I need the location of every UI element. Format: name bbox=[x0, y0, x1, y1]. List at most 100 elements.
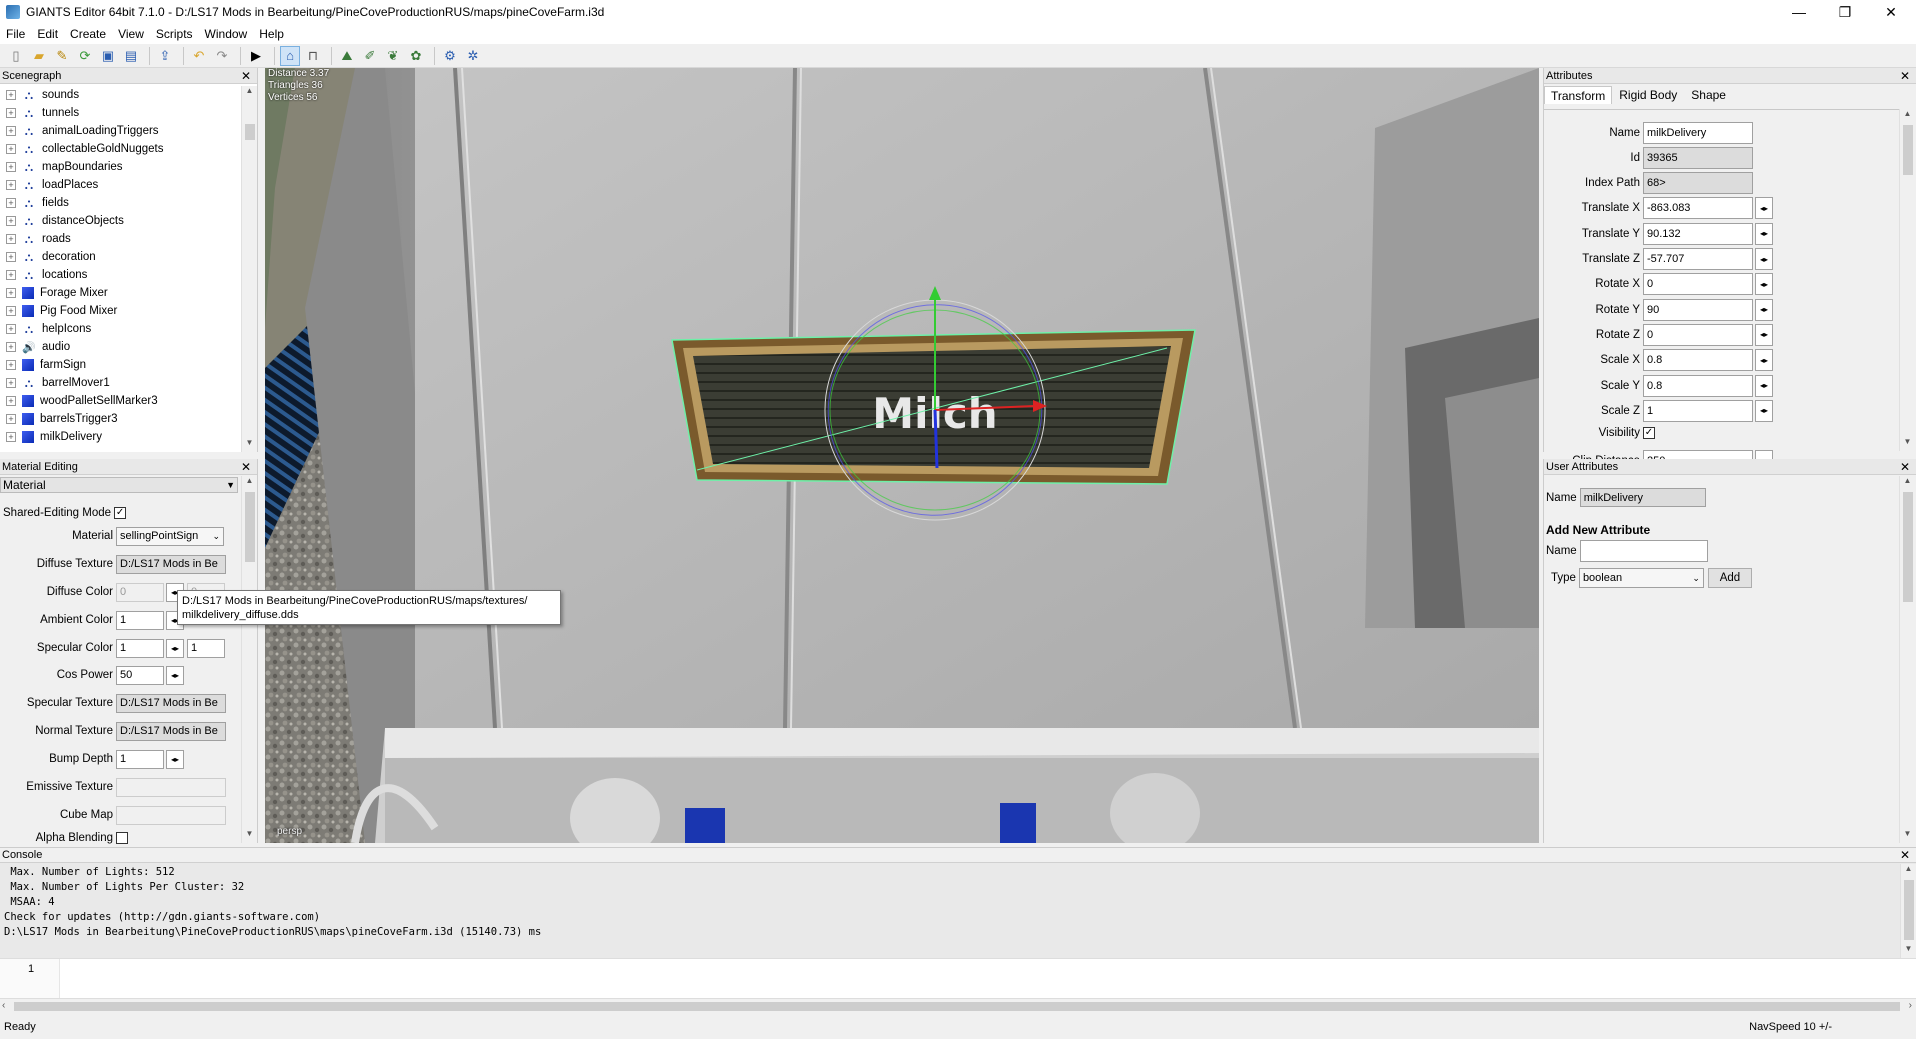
menu-create[interactable]: Create bbox=[64, 27, 112, 41]
expand-icon[interactable]: + bbox=[6, 378, 16, 388]
value-spin-icon[interactable]: ◂▸ bbox=[1755, 399, 1773, 422]
expand-icon[interactable]: + bbox=[6, 360, 16, 370]
close-icon[interactable]: ✕ bbox=[241, 69, 257, 83]
tree-item-sounds[interactable]: + ⛬ sounds bbox=[0, 86, 242, 104]
close-icon[interactable]: ✕ bbox=[1900, 848, 1916, 862]
normal-texture-field[interactable]: D:/LS17 Mods in Be bbox=[116, 721, 226, 741]
scroll-thumb[interactable] bbox=[14, 1002, 1900, 1011]
tree-item-forage-mixer[interactable]: + Forage Mixer bbox=[0, 284, 242, 302]
tree-item-woodpalletsellmarker3[interactable]: + woodPalletSellMarker3 bbox=[0, 392, 242, 410]
close-icon[interactable]: ✕ bbox=[1900, 460, 1916, 474]
tree-item-decoration[interactable]: + ⛬ decoration bbox=[0, 248, 242, 266]
diffuse-color-field[interactable]: 0 bbox=[116, 582, 164, 602]
terrain-sculpt-icon[interactable]: ⛰ bbox=[337, 46, 357, 66]
tree-item-pig-food-mixer[interactable]: + Pig Food Mixer bbox=[0, 302, 242, 320]
tree-item-fields[interactable]: + ⛬ fields bbox=[0, 194, 242, 212]
menu-edit[interactable]: Edit bbox=[31, 27, 64, 41]
specular-texture-field[interactable]: D:/LS17 Mods in Be bbox=[116, 693, 226, 713]
expand-icon[interactable]: + bbox=[6, 162, 16, 172]
redo-icon[interactable]: ↷ bbox=[212, 46, 232, 66]
expand-icon[interactable]: + bbox=[6, 234, 16, 244]
expand-icon[interactable]: + bbox=[6, 180, 16, 190]
attr-value-field[interactable]: 0 bbox=[1643, 273, 1753, 296]
attr-value-field[interactable]: 1 bbox=[1643, 399, 1753, 422]
scroll-thumb[interactable] bbox=[245, 492, 255, 562]
ambient-color-field[interactable]: 1 bbox=[116, 610, 164, 630]
value-spin-icon[interactable]: ◂▸ bbox=[1755, 374, 1773, 397]
tree-item-barrelstrigger3[interactable]: + barrelsTrigger3 bbox=[0, 410, 242, 428]
attr-value-field[interactable]: 0.8 bbox=[1643, 374, 1753, 397]
material-select[interactable]: sellingPointSign ⌄ bbox=[116, 526, 224, 546]
terrain-mode-icon[interactable]: ⊓ bbox=[303, 46, 323, 66]
scroll-down-icon[interactable]: ▼ bbox=[242, 829, 257, 843]
close-button[interactable]: ✕ bbox=[1868, 0, 1914, 24]
cos-power-spin-icon[interactable]: ◂▸ bbox=[166, 665, 184, 685]
ua-name-field[interactable]: milkDelivery bbox=[1579, 488, 1706, 507]
tree-item-barrelmover1[interactable]: + ⛬ barrelMover1 bbox=[0, 374, 242, 392]
new-file-icon[interactable]: ▯ bbox=[6, 46, 26, 66]
tab-shape[interactable]: Shape bbox=[1684, 86, 1733, 104]
select-mode-icon[interactable]: ⌂ bbox=[280, 45, 300, 66]
attr-value-field[interactable]: 90.132 bbox=[1643, 222, 1753, 245]
tree-item-distanceobjects[interactable]: + ⛬ distanceObjects bbox=[0, 212, 242, 230]
minimize-button[interactable]: — bbox=[1776, 0, 1822, 24]
menu-help[interactable]: Help bbox=[253, 27, 290, 41]
tree-item-animalloadingtriggers[interactable]: + ⛬ animalLoadingTriggers bbox=[0, 122, 242, 140]
attr-value-field[interactable]: milkDelivery bbox=[1643, 121, 1753, 144]
scroll-left-icon[interactable]: ‹ bbox=[2, 1000, 5, 1011]
tree-item-locations[interactable]: + ⛬ locations bbox=[0, 266, 242, 284]
tree-item-loadplaces[interactable]: + ⛬ loadPlaces bbox=[0, 176, 242, 194]
expand-icon[interactable]: + bbox=[6, 306, 16, 316]
advanced-settings-icon[interactable]: ✲ bbox=[463, 46, 483, 66]
bump-depth-field[interactable]: 1 bbox=[116, 749, 164, 769]
menu-window[interactable]: Window bbox=[199, 27, 254, 41]
diffuse-texture-field[interactable]: D:/LS17 Mods in Be bbox=[116, 554, 226, 574]
terrain-paint-icon[interactable]: ✐ bbox=[360, 46, 380, 66]
value-spin-icon[interactable]: ◂▸ bbox=[1755, 298, 1773, 321]
tree-item-farmsign[interactable]: + farmSign bbox=[0, 356, 242, 374]
expand-icon[interactable]: + bbox=[6, 288, 16, 298]
tree-item-helpicons[interactable]: + ⛬ helpIcons bbox=[0, 320, 242, 338]
menu-scripts[interactable]: Scripts bbox=[150, 27, 199, 41]
menu-view[interactable]: View bbox=[112, 27, 150, 41]
value-spin-icon[interactable]: ◂▸ bbox=[1755, 323, 1773, 346]
specular-color-field-2[interactable]: 1 bbox=[187, 638, 225, 658]
foliage-paint-icon[interactable]: ❦ bbox=[383, 46, 403, 66]
expand-icon[interactable]: + bbox=[6, 324, 16, 334]
material-section-combo[interactable]: Material ▼ bbox=[0, 477, 238, 493]
tree-item-mapboundaries[interactable]: + ⛬ mapBoundaries bbox=[0, 158, 242, 176]
expand-icon[interactable]: + bbox=[6, 198, 16, 208]
specular-color-field[interactable]: 1 bbox=[116, 638, 164, 658]
scroll-thumb[interactable] bbox=[1904, 880, 1914, 940]
tab-rigid-body[interactable]: Rigid Body bbox=[1612, 86, 1684, 104]
scroll-up-icon[interactable]: ▲ bbox=[242, 86, 257, 100]
scroll-right-icon[interactable]: › bbox=[1909, 1000, 1912, 1011]
scroll-down-icon[interactable]: ▼ bbox=[1900, 829, 1915, 843]
alpha-blending-checkbox[interactable] bbox=[116, 832, 128, 844]
cube-map-field[interactable] bbox=[116, 805, 226, 825]
save-as-icon[interactable]: ▤ bbox=[121, 46, 141, 66]
expand-icon[interactable]: + bbox=[6, 270, 16, 280]
scroll-up-icon[interactable]: ▲ bbox=[242, 476, 257, 490]
bump-depth-spin-icon[interactable]: ◂▸ bbox=[166, 749, 184, 769]
import-icon[interactable]: ⇪ bbox=[155, 46, 175, 66]
scroll-up-icon[interactable]: ▲ bbox=[1900, 109, 1915, 123]
value-spin-icon[interactable]: ◂▸ bbox=[1755, 273, 1773, 296]
visibility-checkbox[interactable]: ✓ bbox=[1643, 426, 1655, 439]
expand-icon[interactable]: + bbox=[6, 396, 16, 406]
tab-transform[interactable]: Transform bbox=[1544, 86, 1613, 104]
material-scrollbar[interactable]: ▲ ▼ bbox=[241, 476, 257, 843]
value-spin-icon[interactable]: ◂▸ bbox=[1755, 248, 1773, 270]
tree-item-milkdelivery[interactable]: + milkDelivery bbox=[0, 428, 242, 446]
tree-item-collectablegoldnuggets[interactable]: + ⛬ collectableGoldNuggets bbox=[0, 140, 242, 158]
menu-file[interactable]: File bbox=[0, 27, 31, 41]
expand-icon[interactable]: + bbox=[6, 342, 16, 352]
expand-icon[interactable]: + bbox=[6, 90, 16, 100]
new-attr-name-input[interactable] bbox=[1579, 540, 1708, 562]
attr-value-field[interactable]: -57.707 bbox=[1643, 248, 1753, 270]
open-file-icon[interactable]: ▰ bbox=[29, 46, 49, 66]
maximize-button[interactable]: ❐ bbox=[1822, 0, 1868, 24]
object-placement-icon[interactable]: ✿ bbox=[406, 46, 426, 66]
add-attribute-button[interactable]: Add bbox=[1707, 568, 1752, 588]
console-scrollbar[interactable]: ▲ ▼ bbox=[1900, 864, 1916, 958]
